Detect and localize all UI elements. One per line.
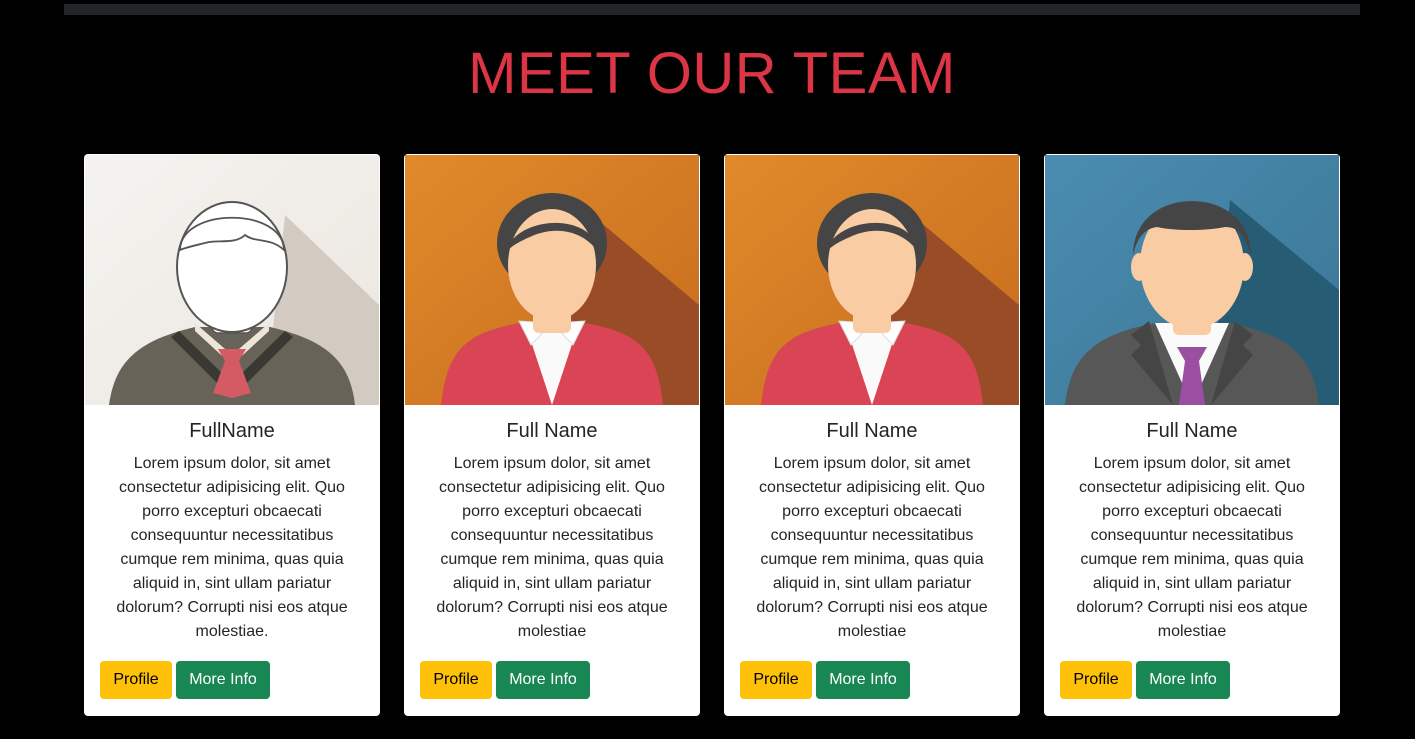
member-bio: Lorem ipsum dolor, sit amet consectetur … <box>436 455 668 640</box>
male-suit-purple-tie-avatar <box>1045 155 1339 405</box>
more-info-button[interactable]: More Info <box>816 661 910 699</box>
more-info-button[interactable]: More Info <box>496 661 590 699</box>
more-info-button[interactable]: More Info <box>176 661 270 699</box>
team-card: Full Name Lorem ipsum dolor, sit amet co… <box>1044 154 1340 716</box>
member-bio: Lorem ipsum dolor, sit amet consectetur … <box>116 455 348 640</box>
member-name: Full Name <box>826 420 918 442</box>
profile-button[interactable]: Profile <box>420 661 492 699</box>
profile-button[interactable]: Profile <box>1060 661 1132 699</box>
avatar-image <box>405 155 699 405</box>
member-bio: Lorem ipsum dolor, sit amet consectetur … <box>756 455 988 640</box>
avatar-image <box>85 155 379 405</box>
female-red-blazer-avatar <box>405 155 699 405</box>
page-title: MEET OUR TEAM <box>468 41 956 106</box>
profile-button[interactable]: Profile <box>100 661 172 699</box>
profile-button[interactable]: Profile <box>740 661 812 699</box>
team-card: Full Name Lorem ipsum dolor, sit amet co… <box>404 154 700 716</box>
more-info-button[interactable]: More Info <box>1136 661 1230 699</box>
member-name: Full Name <box>1146 420 1238 442</box>
member-name: Full Name <box>506 420 598 442</box>
avatar-image <box>1045 155 1339 405</box>
avatar-image <box>725 155 1019 405</box>
member-bio: Lorem ipsum dolor, sit amet consectetur … <box>1076 455 1308 640</box>
top-bar <box>64 4 1360 15</box>
female-red-blazer-avatar <box>725 155 1019 405</box>
team-card: FullName Lorem ipsum dolor, sit amet con… <box>84 154 380 716</box>
male-sweater-outline-avatar <box>85 155 379 405</box>
member-name: FullName <box>189 420 275 442</box>
team-card: Full Name Lorem ipsum dolor, sit amet co… <box>724 154 1020 716</box>
